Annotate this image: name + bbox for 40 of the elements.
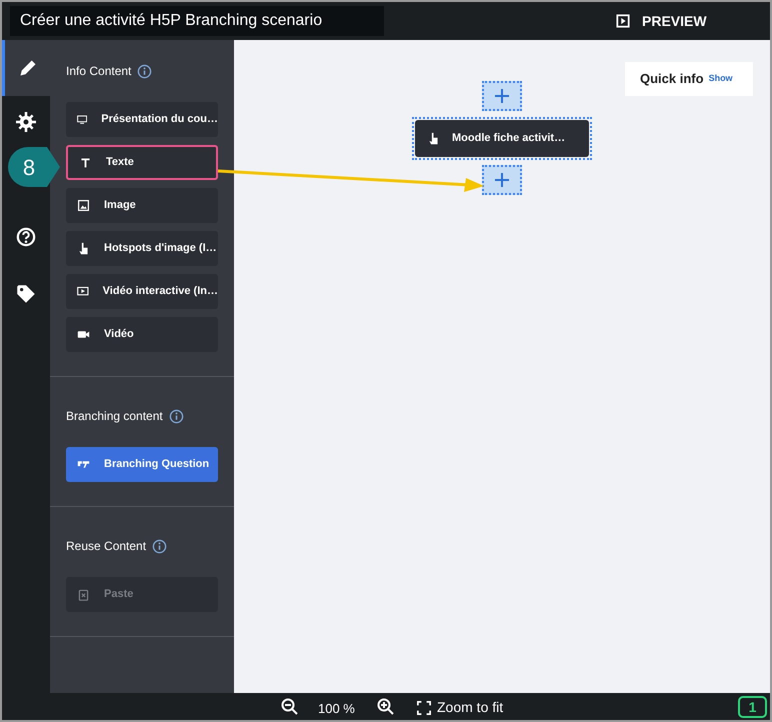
section-title: Reuse Content xyxy=(66,538,146,555)
content-type-button[interactable]: Vidéo interactive (In… xyxy=(66,274,218,309)
show-link[interactable]: Show xyxy=(708,72,733,86)
add-node-button[interactable] xyxy=(482,165,522,195)
info-icon xyxy=(152,538,168,554)
info-icon xyxy=(168,408,184,424)
zoom-out-icon[interactable] xyxy=(281,698,299,716)
zoom-in-icon[interactable] xyxy=(377,698,395,716)
text-icon xyxy=(79,156,92,169)
zoom-to-fit-button[interactable]: Zoom to fit xyxy=(417,697,504,718)
content-type-button[interactable]: Hotspots d'image (I… xyxy=(66,231,218,266)
hand-pointer-icon xyxy=(427,132,440,145)
image-icon xyxy=(77,199,90,212)
content-type-button[interactable]: Présentation du cou… xyxy=(66,102,218,137)
plus-icon xyxy=(494,88,510,104)
monitor-icon xyxy=(77,113,88,126)
add-node-button[interactable] xyxy=(482,81,522,111)
hand-pointer-icon xyxy=(77,242,90,255)
settings-icon xyxy=(16,112,36,132)
plus-icon xyxy=(494,172,510,188)
section-title: Branching content xyxy=(66,408,163,425)
content-type-button[interactable]: Image xyxy=(66,188,218,223)
content-type-button[interactable]: Texte xyxy=(66,145,218,180)
section-title: Info Content xyxy=(66,63,132,80)
info-icon xyxy=(137,64,152,78)
tag-icon xyxy=(16,284,36,304)
quick-info-title: Quick info xyxy=(640,70,704,88)
video-player-icon xyxy=(77,285,89,298)
pencil-icon xyxy=(18,58,38,78)
window-title: Créer une activité H5P Branching scenario xyxy=(20,11,322,31)
zoom-level: 100 % xyxy=(318,700,355,718)
play-icon xyxy=(616,14,630,28)
help-icon xyxy=(16,227,36,247)
content-node[interactable]: Moodle fiche activit… xyxy=(415,120,589,157)
fit-screen-icon xyxy=(417,700,431,714)
content-type-button[interactable]: Vidéo xyxy=(66,317,218,352)
clipboard-icon xyxy=(77,588,90,601)
preview-button[interactable]: PREVIEW xyxy=(616,10,707,32)
count-badge: 1 xyxy=(738,696,767,718)
content-type-button[interactable]: Branching Question xyxy=(66,447,218,482)
